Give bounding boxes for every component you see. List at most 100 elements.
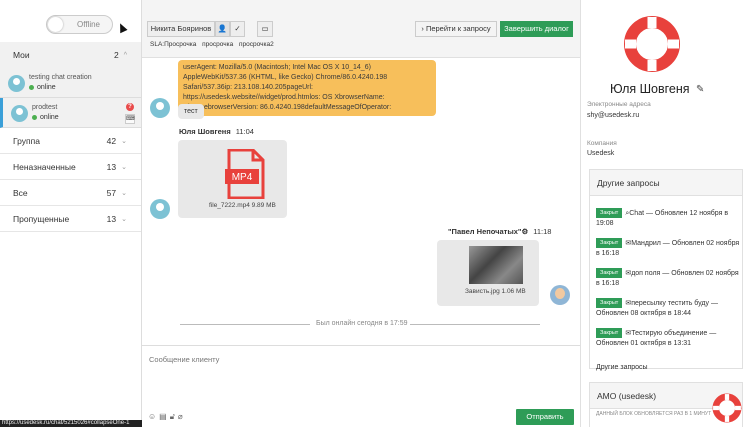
- divider-line: [180, 324, 310, 325]
- avatar: [11, 105, 28, 122]
- request-item[interactable]: Закрыт ✉Тестирую объединение — Обновлен 0…: [590, 328, 742, 358]
- mp4-file-icon: MP4: [225, 149, 265, 199]
- group-label: Пропущенные: [13, 213, 70, 224]
- client-panel: Юля Шовгеня ✎ Электронные адреса shy@use…: [580, 0, 750, 427]
- status-badge: Закрыт: [596, 208, 623, 218]
- group-all[interactable]: Все 57 ⌄: [0, 180, 141, 206]
- chevron-down-icon: ⌄: [121, 137, 127, 145]
- assignee-select[interactable]: Никита Бояринов: [147, 21, 215, 37]
- group-count: 13: [106, 213, 117, 224]
- more-requests-link[interactable]: Другие запросы: [590, 358, 742, 371]
- channel-icon: ⌨: [125, 114, 135, 124]
- chat-list-item-active[interactable]: prodtest online ? ⌨: [0, 98, 141, 128]
- last-online-text: Был онлайн сегодня в 17:59: [316, 320, 408, 327]
- chat-panel: Никита Бояринов 👤 ✓ ▭ › Перейти к запрос…: [142, 0, 580, 427]
- window-icon[interactable]: ▭: [257, 21, 273, 37]
- chat-status: online: [32, 114, 59, 121]
- status-badge: Закрыт: [596, 298, 623, 308]
- chat-status: online: [29, 84, 56, 91]
- client-email[interactable]: shy@usedesk.ru: [587, 112, 639, 119]
- message-sender: Юля Шовгеня 11:04: [179, 127, 254, 136]
- chat-list-item[interactable]: testing chat creation online: [0, 68, 141, 98]
- other-requests-title: Другие запросы: [590, 170, 742, 196]
- lock-icon[interactable]: 🔓︎: [170, 412, 178, 421]
- message-time: 11:18: [533, 227, 552, 236]
- edit-pencil-icon[interactable]: ✎: [696, 84, 704, 95]
- request-item[interactable]: Закрыт ⌕Chat — Обновлен 12 ноября в 19:08: [590, 208, 742, 238]
- finish-dialog-button[interactable]: Завершить диалог: [500, 21, 573, 37]
- online-dot-icon: [29, 85, 34, 90]
- group-missed[interactable]: Пропущенные 13 ⌄: [0, 206, 141, 232]
- chat-title: prodtest: [32, 104, 58, 111]
- sender-name: Юля Шовгеня: [179, 127, 231, 136]
- client-name: Юля Шовгеня: [610, 82, 690, 96]
- status-badge: Закрыт: [596, 268, 623, 278]
- request-item[interactable]: Закрыт ✉доп поля — Обновлен 02 ноября в 1…: [590, 268, 742, 298]
- tag[interactable]: SLA:Просрочка: [150, 41, 196, 48]
- attach-icon[interactable]: ⌀: [178, 412, 186, 421]
- tag-list: SLA:Просрочка просрочка просрочка2: [150, 41, 278, 48]
- status-row: Offline: [0, 0, 141, 42]
- client-company: Usedesk: [587, 150, 615, 157]
- chat-toolbar: Никита Бояринов 👤 ✓ ▭ › Перейти к запрос…: [142, 0, 580, 58]
- group-count: 2: [113, 50, 119, 60]
- status-bar-url: https://usedesk.ru/chat/5215026#collapse…: [0, 420, 143, 427]
- client-avatar: [150, 199, 170, 219]
- unanswered-badge: ?: [126, 103, 134, 111]
- message-time: 11:04: [235, 127, 254, 136]
- status-badge: Закрыт: [596, 328, 623, 338]
- group-label: Неназначенные: [13, 161, 76, 172]
- group-count: 57: [106, 187, 117, 198]
- system-info-message: userAgent: Mozilla/5.0 (Macintosh; Intel…: [178, 60, 436, 116]
- assign-user-icon[interactable]: 👤: [215, 21, 230, 37]
- request-item[interactable]: Закрыт ✉пересылку тестить буду — Обновлен…: [590, 298, 742, 328]
- reply-tools: ☺▤🔓︎⌀: [148, 412, 186, 422]
- reply-placeholder: Сообщение клиенту: [149, 355, 220, 364]
- client-message: тест: [178, 104, 204, 119]
- avatar: [8, 75, 25, 92]
- sender-name: "Павел Непочатых"⚙: [448, 227, 529, 236]
- lifebuoy-logo: [624, 16, 680, 72]
- chevron-down-icon: ⌄: [121, 189, 127, 197]
- send-button[interactable]: Отправить: [516, 409, 574, 425]
- goto-request-label: Перейти к запросу: [425, 24, 491, 33]
- goto-request-button[interactable]: › Перейти к запросу: [415, 21, 497, 37]
- file-attachment[interactable]: MP4 file_7222.mp4 9.89 MB: [178, 140, 287, 218]
- chat-sidebar: Offline Мои 2 ^ testing chat creation on…: [0, 0, 142, 427]
- divider-line: [410, 324, 540, 325]
- image-attachment[interactable]: Зависть.jpg 1.06 MB: [437, 240, 539, 306]
- status-label: Offline: [77, 20, 100, 29]
- file-type-label: MP4: [232, 172, 253, 183]
- request-item[interactable]: Закрыт ✉Мандрил — Обновлен 02 ноября в 16…: [590, 238, 742, 268]
- group-count: 42: [106, 135, 117, 146]
- chevron-right-icon: ›: [421, 24, 424, 33]
- chat-status-text: online: [40, 114, 59, 121]
- reply-box[interactable]: Сообщение клиенту ☺▤🔓︎⌀ Отправить: [142, 345, 580, 427]
- company-label: Компания: [587, 140, 617, 147]
- other-requests-box: Другие запросы Закрыт ⌕Chat — Обновлен 12…: [589, 169, 743, 371]
- mouse-cursor-icon: [116, 21, 128, 34]
- emoji-icon[interactable]: ☺: [148, 412, 159, 421]
- online-status-toggle[interactable]: Offline: [46, 15, 113, 34]
- group-group[interactable]: Группа 42 ⌄: [0, 128, 141, 154]
- tag[interactable]: просрочка2: [239, 41, 274, 48]
- file-name: Зависть.jpg 1.06 MB: [465, 288, 526, 295]
- tag[interactable]: просрочка: [202, 41, 233, 48]
- chevron-down-icon: ⌄: [121, 215, 127, 223]
- image-thumbnail: [469, 246, 523, 284]
- template-icon[interactable]: ▤: [159, 412, 170, 421]
- chevron-down-icon: ⌄: [121, 163, 127, 171]
- chat-title: testing chat creation: [29, 74, 92, 81]
- online-dot-icon: [32, 115, 37, 120]
- message-sender: "Павел Непочатых"⚙ 11:18: [448, 227, 551, 236]
- group-label: Мои: [13, 50, 30, 60]
- operator-avatar: [550, 285, 570, 305]
- chat-status-text: online: [37, 84, 56, 91]
- group-label: Все: [13, 187, 28, 198]
- toggle-knob: [48, 17, 63, 32]
- group-count: 13: [106, 161, 117, 172]
- group-mine[interactable]: Мои 2 ^: [0, 42, 141, 68]
- support-widget-button[interactable]: [712, 393, 742, 423]
- transfer-icon[interactable]: ✓: [230, 21, 245, 37]
- group-unassigned[interactable]: Неназначенные 13 ⌄: [0, 154, 141, 180]
